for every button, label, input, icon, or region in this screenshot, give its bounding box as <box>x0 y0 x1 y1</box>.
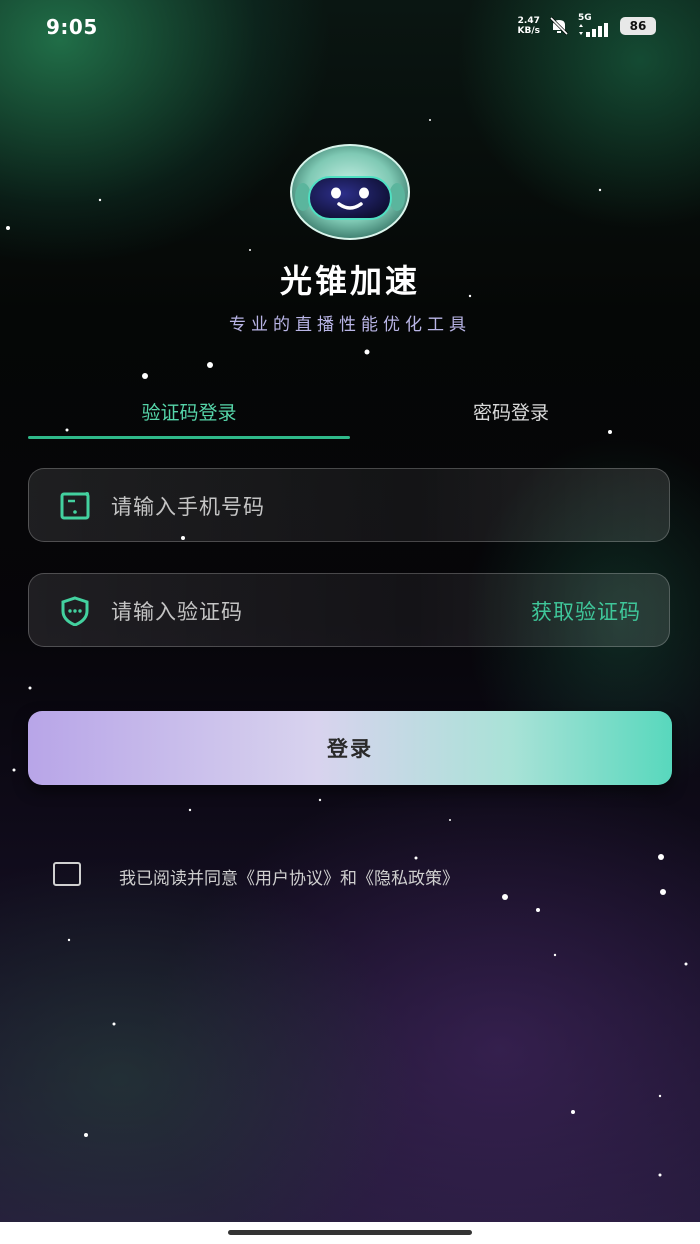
robot-face-icon <box>290 144 410 240</box>
phone-icon <box>60 492 90 520</box>
agreement-text[interactable]: 我已阅读并同意《用户协议》和《隐私政策》 <box>119 864 459 889</box>
tab-code-login[interactable]: 验证码登录 <box>28 398 350 425</box>
home-gesture-bar[interactable] <box>228 1230 472 1235</box>
network-speed-value: 2.47 <box>517 15 540 26</box>
shield-icon <box>61 596 89 626</box>
mute-bell-icon <box>549 16 569 35</box>
network-type: 5G <box>578 13 592 23</box>
active-tab-indicator <box>28 436 350 439</box>
battery-indicator: 86 <box>620 16 656 35</box>
agreement-checkbox[interactable] <box>53 862 81 886</box>
network-speed-unit: KB/s <box>517 25 540 36</box>
phone-field[interactable]: 请输入手机号码 <box>28 468 670 542</box>
verification-code-input[interactable]: 请输入验证码 <box>111 596 243 626</box>
app-slogan: 专业的直播性能优化工具 <box>229 315 471 335</box>
signal-icon <box>579 23 608 37</box>
network-speed: 2.47 KB/s <box>518 16 540 36</box>
status-bar: 9:05 2.47 KB/s 5G 86 <box>0 0 700 56</box>
status-time: 9:05 <box>46 15 98 39</box>
phone-input[interactable]: 请输入手机号码 <box>111 491 265 521</box>
app-name: 光锥加速 <box>279 262 420 300</box>
app-logo <box>289 143 411 241</box>
get-code-button[interactable]: 获取验证码 <box>531 596 641 626</box>
verification-code-field[interactable]: 请输入验证码 获取验证码 <box>28 573 670 647</box>
tab-password-login[interactable]: 密码登录 <box>350 398 672 425</box>
login-button[interactable]: 登录 <box>28 711 672 785</box>
